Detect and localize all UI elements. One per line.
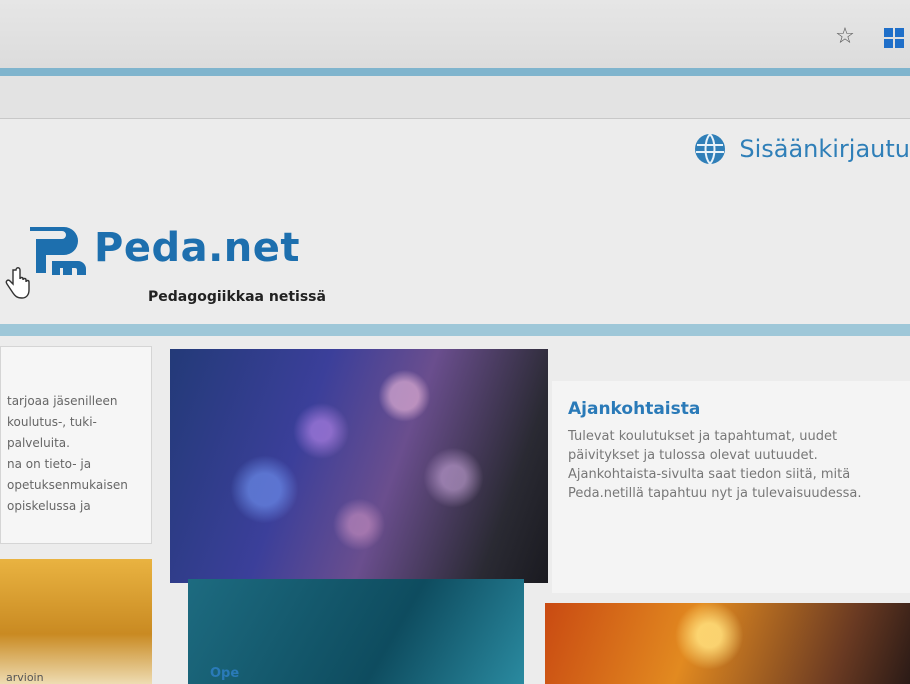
intro-line: na on tieto- ja (7, 457, 92, 471)
page-content: Sisäänkirjautu Peda.net Pedagogiikkaa ne… (0, 119, 910, 684)
site-logo[interactable]: Peda.net (26, 217, 300, 279)
intro-text: tarjoaa jäsenilleen koulutus-, tuki- pal… (1, 347, 151, 517)
globe-icon (695, 133, 726, 165)
intro-line: opiskelussa ja (7, 499, 91, 513)
intro-line: tarjoaa jäsenilleen (7, 394, 118, 408)
bookmarks-bar (0, 76, 910, 119)
news-title-link[interactable]: Ajankohtaista (568, 399, 700, 419)
login-label: Sisäänkirjautu (739, 135, 910, 163)
intro-line: koulutus-, tuki- (7, 415, 97, 429)
browser-toolbar: ☆ (0, 0, 910, 68)
tagline: Pedagogiikkaa netissä (148, 289, 326, 305)
bookmark-star-icon[interactable]: ☆ (832, 24, 858, 50)
logo-text: Peda.net (94, 225, 300, 271)
windows-icon[interactable] (884, 28, 904, 48)
peda-logo-icon (30, 227, 86, 275)
login-link[interactable]: Sisäänkirjautu (693, 129, 910, 169)
news-hero-image[interactable] (170, 349, 548, 583)
tile-image-fire[interactable] (545, 603, 910, 684)
tab-strip (0, 68, 910, 76)
news-description: Tulevat koulutukset ja tapahtumat, uudet… (568, 429, 862, 501)
hand-cursor-icon (5, 267, 30, 299)
tile-label-mid[interactable]: Ope (210, 666, 239, 681)
tile-label-left: arvioin (6, 671, 44, 684)
tile-image-orange[interactable] (0, 559, 152, 684)
intro-line: opetuksenmukaisen (7, 478, 128, 492)
intro-line: palveluita. (7, 436, 70, 450)
header-divider (0, 324, 910, 336)
intro-card[interactable]: tarjoaa jäsenilleen koulutus-, tuki- pal… (0, 346, 152, 544)
